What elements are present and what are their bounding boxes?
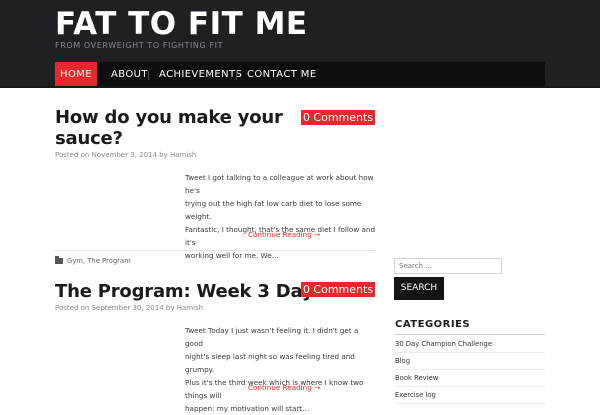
comments-badge[interactable]: 0 Comments	[301, 110, 375, 125]
continue-reading-link[interactable]: Continue Reading →	[248, 230, 320, 239]
site-tagline: FROM OVERWEIGHT TO FIGHTING FIT	[55, 41, 224, 50]
post-title-line: How do you make your	[55, 107, 283, 128]
post-meta: Posted on November 3, 2014 by Hamish	[55, 151, 197, 159]
nav-separator	[236, 71, 237, 80]
post-excerpt: Tweet I got talking to a colleague at wo…	[185, 171, 377, 262]
search-input[interactable]	[394, 258, 502, 274]
site-header: FAT TO FIT ME FROM OVERWEIGHT TO FIGHTIN…	[0, 0, 600, 88]
nav-separator	[148, 71, 149, 80]
excerpt-line: night's sleep last night so was feeling …	[185, 352, 355, 374]
post-meta: Posted on September 30, 2014 by Hamish	[55, 304, 204, 312]
main-nav: HOME ABOUT ACHIEVEMENTS CONTACT ME	[55, 62, 545, 88]
post-divider	[55, 250, 375, 251]
post-categories: Gym, The Program	[55, 256, 131, 265]
category-item[interactable]: Blog	[395, 357, 545, 370]
category-item[interactable]: Exercise log	[395, 391, 545, 404]
excerpt-line: Tweet Today I just wasn't feeling it. I …	[185, 326, 359, 348]
category-links[interactable]: Gym, The Program	[67, 257, 131, 265]
excerpt-line: trying out the high fat low carb diet to…	[185, 199, 362, 221]
nav-item-achievements[interactable]: ACHIEVEMENTS	[159, 62, 242, 88]
post-title[interactable]: The Program: Week 3 Day 2	[55, 281, 332, 302]
excerpt-line: happen: my motivation will start…	[185, 404, 310, 413]
categories-heading: CATEGORIES	[395, 319, 471, 330]
site-title[interactable]: FAT TO FIT ME	[55, 6, 308, 42]
nav-item-home[interactable]: HOME	[55, 62, 97, 88]
post-excerpt: Tweet Today I just wasn't feeling it. I …	[185, 324, 377, 415]
continue-reading-link[interactable]: Continue Reading →	[248, 383, 320, 392]
post-title-line: The Program: Week 3 Day 2	[55, 281, 332, 302]
folder-icon	[55, 256, 63, 264]
excerpt-line: Tweet I got talking to a colleague at wo…	[185, 173, 374, 195]
category-item[interactable]: 30 Day Champion Challenge	[395, 340, 545, 353]
search-button[interactable]: SEARCH	[394, 277, 444, 300]
category-item[interactable]: Book Review	[395, 374, 545, 387]
nav-item-contact[interactable]: CONTACT ME	[247, 62, 317, 88]
post-title-line: sauce?	[55, 128, 123, 149]
widget-divider	[394, 334, 545, 335]
comments-badge[interactable]: 0 Comments	[301, 282, 375, 297]
nav-item-about[interactable]: ABOUT	[111, 62, 148, 88]
post-title[interactable]: How do you make your sauce?	[55, 107, 283, 149]
